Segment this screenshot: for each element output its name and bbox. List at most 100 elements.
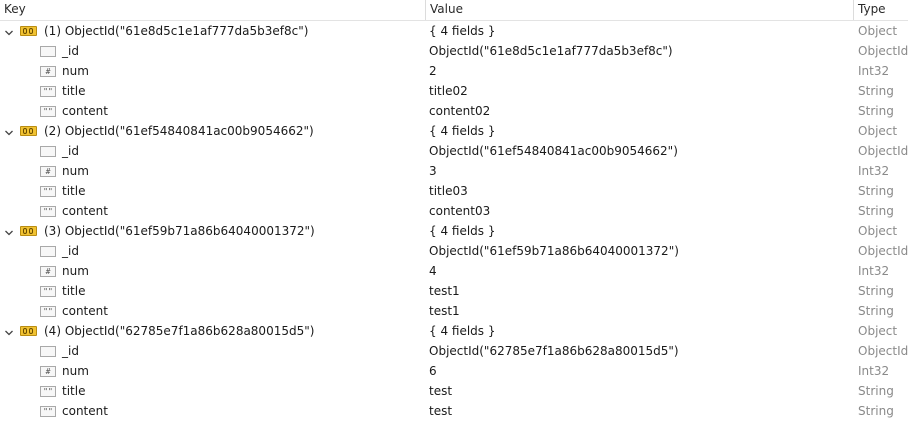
field-type-cell[interactable]: String [858,401,894,421]
field-value-cell[interactable]: ObjectId("61ef59b71a86b64040001372") [429,241,679,261]
field-key-label: _id [62,144,79,158]
document-type-cell[interactable]: Object [858,21,897,41]
chevron-down-icon[interactable] [3,125,15,137]
field-key-label: num [62,264,89,278]
document-type-cell[interactable]: Object [858,321,897,341]
document-row[interactable]: (1) ObjectId("61e8d5c1e1af777da5b3ef8c")… [0,21,908,41]
field-row[interactable]: "" content content02 String [0,101,908,121]
column-header-type[interactable]: Type [858,0,886,20]
field-key-label: content [62,304,108,318]
objectid-field-icon [40,246,56,257]
field-type-cell[interactable]: String [858,381,894,401]
field-row[interactable]: # num 3 Int32 [0,161,908,181]
number-field-icon: # [40,166,56,177]
field-row[interactable]: "" title test String [0,381,908,401]
string-field-icon: "" [40,406,56,417]
field-value-cell[interactable]: test [429,401,452,421]
field-type-cell[interactable]: String [858,101,894,121]
field-value-cell[interactable]: test [429,381,452,401]
field-type-cell[interactable]: Int32 [858,161,889,181]
field-type-cell[interactable]: Int32 [858,361,889,381]
field-key-label: title [62,84,86,98]
field-key-label: content [62,404,108,418]
document-type-cell[interactable]: Object [858,121,897,141]
document-value-cell[interactable]: { 4 fields } [429,321,496,341]
column-divider[interactable] [853,0,854,20]
string-field-icon: "" [40,106,56,117]
field-type-cell[interactable]: ObjectId [858,41,908,61]
field-row[interactable]: "" title test1 String [0,281,908,301]
field-value-cell[interactable]: ObjectId("61ef54840841ac00b9054662") [429,141,678,161]
field-value-cell[interactable]: ObjectId("62785e7f1a86b628a80015d5") [429,341,679,361]
document-row[interactable]: (4) ObjectId("62785e7f1a86b628a80015d5")… [0,321,908,341]
field-value-cell[interactable]: 4 [429,261,437,281]
field-value-cell[interactable]: ObjectId("61e8d5c1e1af777da5b3ef8c") [429,41,673,61]
field-type-cell[interactable]: String [858,201,894,221]
document-tree: (1) ObjectId("61e8d5c1e1af777da5b3ef8c")… [0,21,908,421]
field-key-label: title [62,384,86,398]
field-key-label: num [62,64,89,78]
string-field-icon: "" [40,86,56,97]
field-key-label: title [62,284,86,298]
field-key-label: content [62,204,108,218]
string-field-icon: "" [40,286,56,297]
field-value-cell[interactable]: test1 [429,281,460,301]
document-key-label: (2) ObjectId("61ef54840841ac00b9054662") [44,124,314,138]
field-value-cell[interactable]: title03 [429,181,468,201]
number-field-icon: # [40,266,56,277]
field-row[interactable]: "" title title03 String [0,181,908,201]
field-row[interactable]: _id ObjectId("61ef54840841ac00b9054662") O… [0,141,908,161]
field-value-cell[interactable]: content02 [429,101,490,121]
field-row[interactable]: # num 4 Int32 [0,261,908,281]
field-type-cell[interactable]: String [858,81,894,101]
field-row[interactable]: _id ObjectId("61ef59b71a86b64040001372") O… [0,241,908,261]
field-row[interactable]: # num 2 Int32 [0,61,908,81]
field-type-cell[interactable]: ObjectId [858,241,908,261]
field-type-cell[interactable]: ObjectId [858,141,908,161]
field-key-label: content [62,104,108,118]
document-value-cell[interactable]: { 4 fields } [429,221,496,241]
column-header-value[interactable]: Value [430,0,463,20]
field-row[interactable]: "" content test1 String [0,301,908,321]
field-type-cell[interactable]: String [858,281,894,301]
field-type-cell[interactable]: String [858,301,894,321]
field-value-cell[interactable]: title02 [429,81,468,101]
field-row[interactable]: "" title title02 String [0,81,908,101]
field-row[interactable]: _id ObjectId("62785e7f1a86b628a80015d5") O… [0,341,908,361]
column-header-key[interactable]: Key [4,0,26,20]
object-document-icon [20,226,37,236]
field-type-cell[interactable]: ObjectId [858,341,908,361]
chevron-down-icon[interactable] [3,325,15,337]
field-row[interactable]: "" content test String [0,401,908,421]
chevron-down-icon[interactable] [3,225,15,237]
document-type-cell[interactable]: Object [858,221,897,241]
document-key-label: (3) ObjectId("61ef59b71a86b64040001372") [44,224,315,238]
document-key-label: (1) ObjectId("61e8d5c1e1af777da5b3ef8c") [44,24,309,38]
field-type-cell[interactable]: Int32 [858,261,889,281]
object-document-icon [20,326,37,336]
objectid-field-icon [40,346,56,357]
field-value-cell[interactable]: 3 [429,161,437,181]
document-row[interactable]: (2) ObjectId("61ef54840841ac00b9054662")… [0,121,908,141]
number-field-icon: # [40,66,56,77]
field-row[interactable]: "" content content03 String [0,201,908,221]
field-type-cell[interactable]: Int32 [858,61,889,81]
string-field-icon: "" [40,306,56,317]
chevron-down-icon[interactable] [3,25,15,37]
document-value-cell[interactable]: { 4 fields } [429,21,496,41]
field-key-label: num [62,164,89,178]
field-row[interactable]: _id ObjectId("61e8d5c1e1af777da5b3ef8c") O… [0,41,908,61]
number-field-icon: # [40,366,56,377]
field-type-cell[interactable]: String [858,181,894,201]
field-row[interactable]: # num 6 Int32 [0,361,908,381]
field-key-label: _id [62,244,79,258]
document-value-cell[interactable]: { 4 fields } [429,121,496,141]
field-value-cell[interactable]: content03 [429,201,490,221]
string-field-icon: "" [40,206,56,217]
field-value-cell[interactable]: 2 [429,61,437,81]
document-row[interactable]: (3) ObjectId("61ef59b71a86b64040001372")… [0,221,908,241]
field-value-cell[interactable]: test1 [429,301,460,321]
document-key-label: (4) ObjectId("62785e7f1a86b628a80015d5") [44,324,315,338]
field-value-cell[interactable]: 6 [429,361,437,381]
column-divider[interactable] [425,0,426,20]
